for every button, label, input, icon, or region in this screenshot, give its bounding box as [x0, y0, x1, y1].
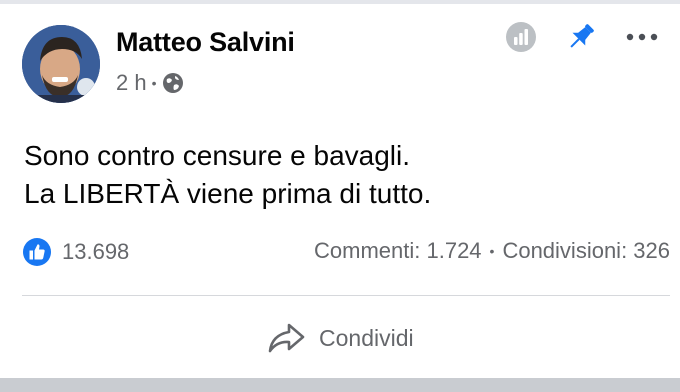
post-meta: 2 h •: [116, 70, 184, 96]
post-text-line: La LIBERTÀ viene prima di tutto.: [24, 178, 432, 209]
shares-count[interactable]: Condivisioni: 326: [502, 238, 670, 264]
globe-icon: [162, 73, 183, 93]
more-options-icon[interactable]: [624, 28, 660, 46]
insights-icon[interactable]: [505, 21, 537, 53]
divider: [22, 295, 670, 296]
stats-separator: •: [489, 243, 495, 259]
share-icon: [268, 323, 305, 353]
post-text: Sono contro censure e bavagli. La LIBERT…: [24, 137, 431, 213]
avatar[interactable]: [22, 25, 100, 103]
top-separator: [0, 0, 680, 4]
like-icon: [23, 238, 51, 266]
facebook-post: Matteo Salvini 2 h • Sono contro censure…: [0, 0, 680, 378]
reactions-summary[interactable]: 13.698: [22, 237, 129, 267]
pin-icon[interactable]: [564, 20, 598, 54]
meta-separator: •: [151, 75, 157, 91]
share-button-label: Condividi: [319, 324, 414, 351]
comments-count[interactable]: Commenti: 1.724: [314, 238, 482, 264]
reactions-count: 13.698: [62, 239, 130, 264]
share-button[interactable]: Condividi: [265, 318, 414, 358]
post-text-line: Sono contro censure e bavagli.: [24, 140, 411, 171]
post-stats: Commenti: 1.724 • Condivisioni: 326: [314, 238, 670, 264]
feed-separator: [0, 378, 680, 392]
author-name[interactable]: Matteo Salvini: [116, 27, 295, 58]
post-time[interactable]: 2 h: [116, 70, 147, 96]
